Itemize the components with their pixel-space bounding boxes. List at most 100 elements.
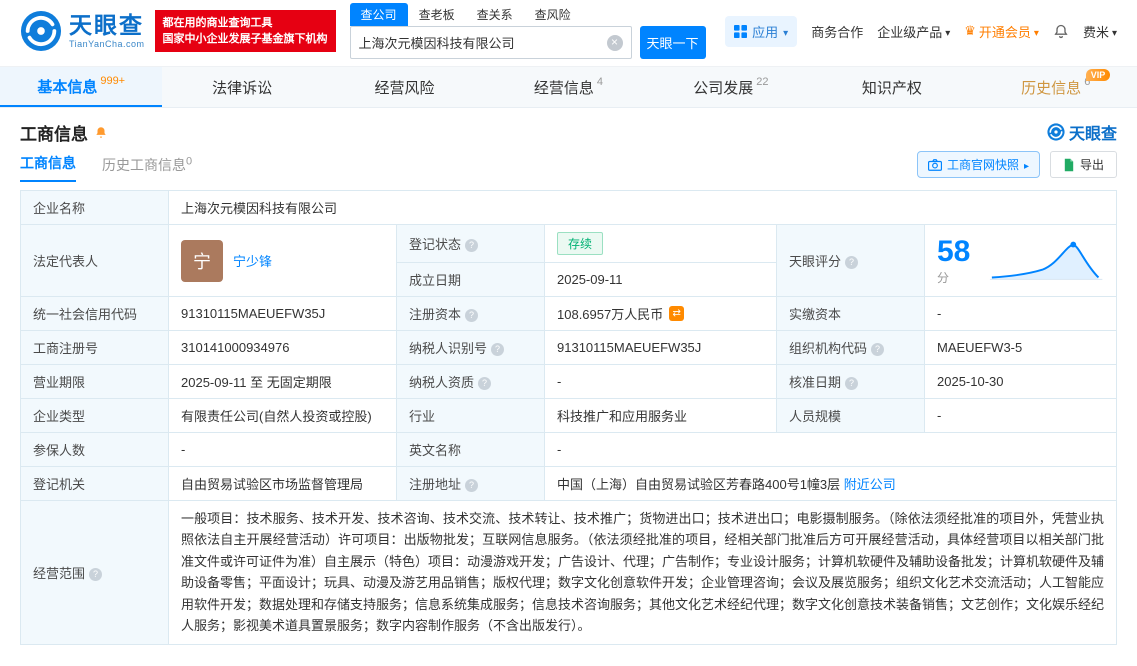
value-industry: 科技推广和应用服务业	[545, 399, 777, 433]
value-taxpayer-quality: -	[545, 365, 777, 399]
enterprise-products-menu[interactable]: 企业级产品	[877, 22, 950, 41]
subscribe-bell-icon[interactable]	[94, 125, 108, 140]
value-reg-status: 存续	[545, 225, 777, 263]
table-row: 营业期限 2025-09-11 至 无固定期限 纳税人资质 - 核准日期 202…	[21, 365, 1117, 399]
promo-line2: 国家中小企业发展子基金旗下机构	[163, 31, 328, 47]
label-business-term: 营业期限	[21, 365, 169, 399]
header-menu: 应用 商务合作 企业级产品 开通会员 费米	[725, 16, 1117, 47]
tab-label: 法律诉讼	[212, 77, 272, 98]
vip-label: 开通会员	[979, 22, 1031, 41]
help-icon[interactable]	[89, 568, 102, 581]
label-staff-size: 人员规模	[777, 399, 925, 433]
vip-badge: VIP	[1086, 69, 1111, 81]
search-input[interactable]	[359, 35, 607, 50]
legal-rep-link[interactable]: 宁少锋	[233, 251, 272, 270]
notification-bell-icon[interactable]	[1053, 23, 1069, 40]
business-cooperation-link[interactable]: 商务合作	[811, 22, 863, 41]
snapshot-camera-icon	[928, 159, 942, 171]
label-company-name: 企业名称	[21, 191, 169, 225]
tab-count: 4	[597, 76, 603, 88]
help-icon[interactable]	[845, 377, 858, 390]
chevron-down-icon	[1112, 24, 1117, 39]
subtab-history-registration[interactable]: 历史工商信息0	[102, 155, 192, 182]
crown-icon	[964, 23, 976, 39]
apps-label: 应用	[752, 22, 778, 41]
tab-basic-info[interactable]: 基本信息 999+	[0, 67, 162, 107]
clear-search-icon[interactable]	[607, 35, 623, 51]
value-approval-date: 2025-10-30	[925, 365, 1117, 399]
help-icon[interactable]	[465, 479, 478, 492]
user-menu[interactable]: 费米	[1083, 22, 1117, 41]
snapshot-button[interactable]: 工商官网快照	[917, 151, 1040, 178]
subtab-label: 工商信息	[20, 155, 76, 171]
tab-label: 经营风险	[375, 77, 435, 98]
table-row: 企业类型 有限责任公司(自然人投资或控股) 行业 科技推广和应用服务业 人员规模…	[21, 399, 1117, 433]
score-unit: 分	[937, 271, 949, 285]
chevron-right-icon	[1024, 158, 1029, 172]
help-icon[interactable]	[871, 343, 884, 356]
label-industry: 行业	[397, 399, 545, 433]
tab-label: 基本信息	[37, 76, 97, 97]
tab-business-info[interactable]: 经营信息 4	[487, 67, 649, 107]
value-company-name: 上海次元模因科技有限公司	[169, 191, 1117, 225]
search-tab-boss[interactable]: 查老板	[408, 3, 466, 26]
vip-upgrade-menu[interactable]: 开通会员	[964, 22, 1039, 41]
label-company-type: 企业类型	[21, 399, 169, 433]
watermark-label: 天眼查	[1069, 120, 1117, 144]
value-legal-rep: 宁 宁少锋	[169, 225, 397, 297]
tianyancha-logo-icon	[20, 10, 62, 52]
nearby-companies-link[interactable]: 附近公司	[844, 477, 896, 492]
search-button[interactable]: 天眼一下	[640, 26, 706, 59]
table-row: 企业名称 上海次元模因科技有限公司	[21, 191, 1117, 225]
label-paid-capital: 实缴资本	[777, 297, 925, 331]
value-english-name: -	[545, 433, 1117, 467]
value-reg-capital: 108.6957万人民币	[545, 297, 777, 331]
tab-history-info[interactable]: 历史信息 6 VIP	[975, 67, 1137, 107]
value-reg-address: 中国（上海）自由贸易试验区芳春路400号1幢3层 附近公司	[545, 467, 1117, 501]
label-taxpayer-quality: 纳税人资质	[397, 365, 545, 399]
tab-legal-proceedings[interactable]: 法律诉讼	[162, 67, 324, 107]
help-icon[interactable]	[491, 343, 504, 356]
label-approval-date: 核准日期	[777, 365, 925, 399]
search-tab-relation[interactable]: 查关系	[466, 3, 524, 26]
subtab-business-registration[interactable]: 工商信息	[20, 153, 76, 182]
tab-company-development[interactable]: 公司发展 22	[650, 67, 812, 107]
label-est-date: 成立日期	[397, 263, 545, 297]
value-est-date: 2025-09-11	[545, 263, 777, 297]
search-tab-company[interactable]: 查公司	[350, 3, 408, 26]
chevron-down-icon	[783, 24, 788, 39]
export-button[interactable]: 导出	[1050, 151, 1117, 178]
username-label: 费米	[1083, 22, 1109, 41]
chevron-down-icon	[1034, 24, 1039, 39]
value-business-term: 2025-09-11 至 无固定期限	[169, 365, 397, 399]
tab-intellectual-property[interactable]: 知识产权	[812, 67, 974, 107]
table-row: 工商注册号 310141000934976 纳税人识别号 91310115MAE…	[21, 331, 1117, 365]
enterprise-label: 企业级产品	[877, 22, 942, 41]
cooperation-label: 商务合作	[811, 22, 863, 41]
help-icon[interactable]	[465, 239, 478, 252]
currency-convert-icon[interactable]	[669, 306, 684, 321]
label-insured-count: 参保人数	[21, 433, 169, 467]
tab-label: 知识产权	[862, 77, 922, 98]
label-reg-capital: 注册资本	[397, 297, 545, 331]
label-legal-rep: 法定代表人	[21, 225, 169, 297]
help-icon[interactable]	[478, 377, 491, 390]
help-icon[interactable]	[845, 256, 858, 269]
table-row: 经营范围 一般项目：技术服务、技术开发、技术咨询、技术交流、技术转让、技术推广；…	[21, 501, 1117, 645]
tab-count: 22	[756, 76, 768, 88]
value-insured-count: -	[169, 433, 397, 467]
search-tab-risk[interactable]: 查风险	[524, 3, 582, 26]
tab-label: 历史信息	[1021, 77, 1081, 98]
value-business-scope: 一般项目：技术服务、技术开发、技术咨询、技术交流、技术转让、技术推广；货物进出口…	[169, 501, 1117, 645]
help-icon[interactable]	[465, 309, 478, 322]
tianyancha-logo-icon	[1047, 123, 1065, 141]
tab-business-risk[interactable]: 经营风险	[325, 67, 487, 107]
tab-label: 经营信息	[534, 77, 594, 98]
status-badge: 存续	[557, 232, 603, 255]
tianyancha-logo[interactable]: 天眼查 TianYanCha.com	[20, 10, 145, 52]
apps-menu[interactable]: 应用	[725, 16, 797, 47]
search-area: 查公司 查老板 查关系 查风险 天眼一下	[350, 3, 706, 59]
value-company-type: 有限责任公司(自然人投资或控股)	[169, 399, 397, 433]
legal-rep-avatar[interactable]: 宁	[181, 240, 223, 282]
value-reg-number: 310141000934976	[169, 331, 397, 365]
